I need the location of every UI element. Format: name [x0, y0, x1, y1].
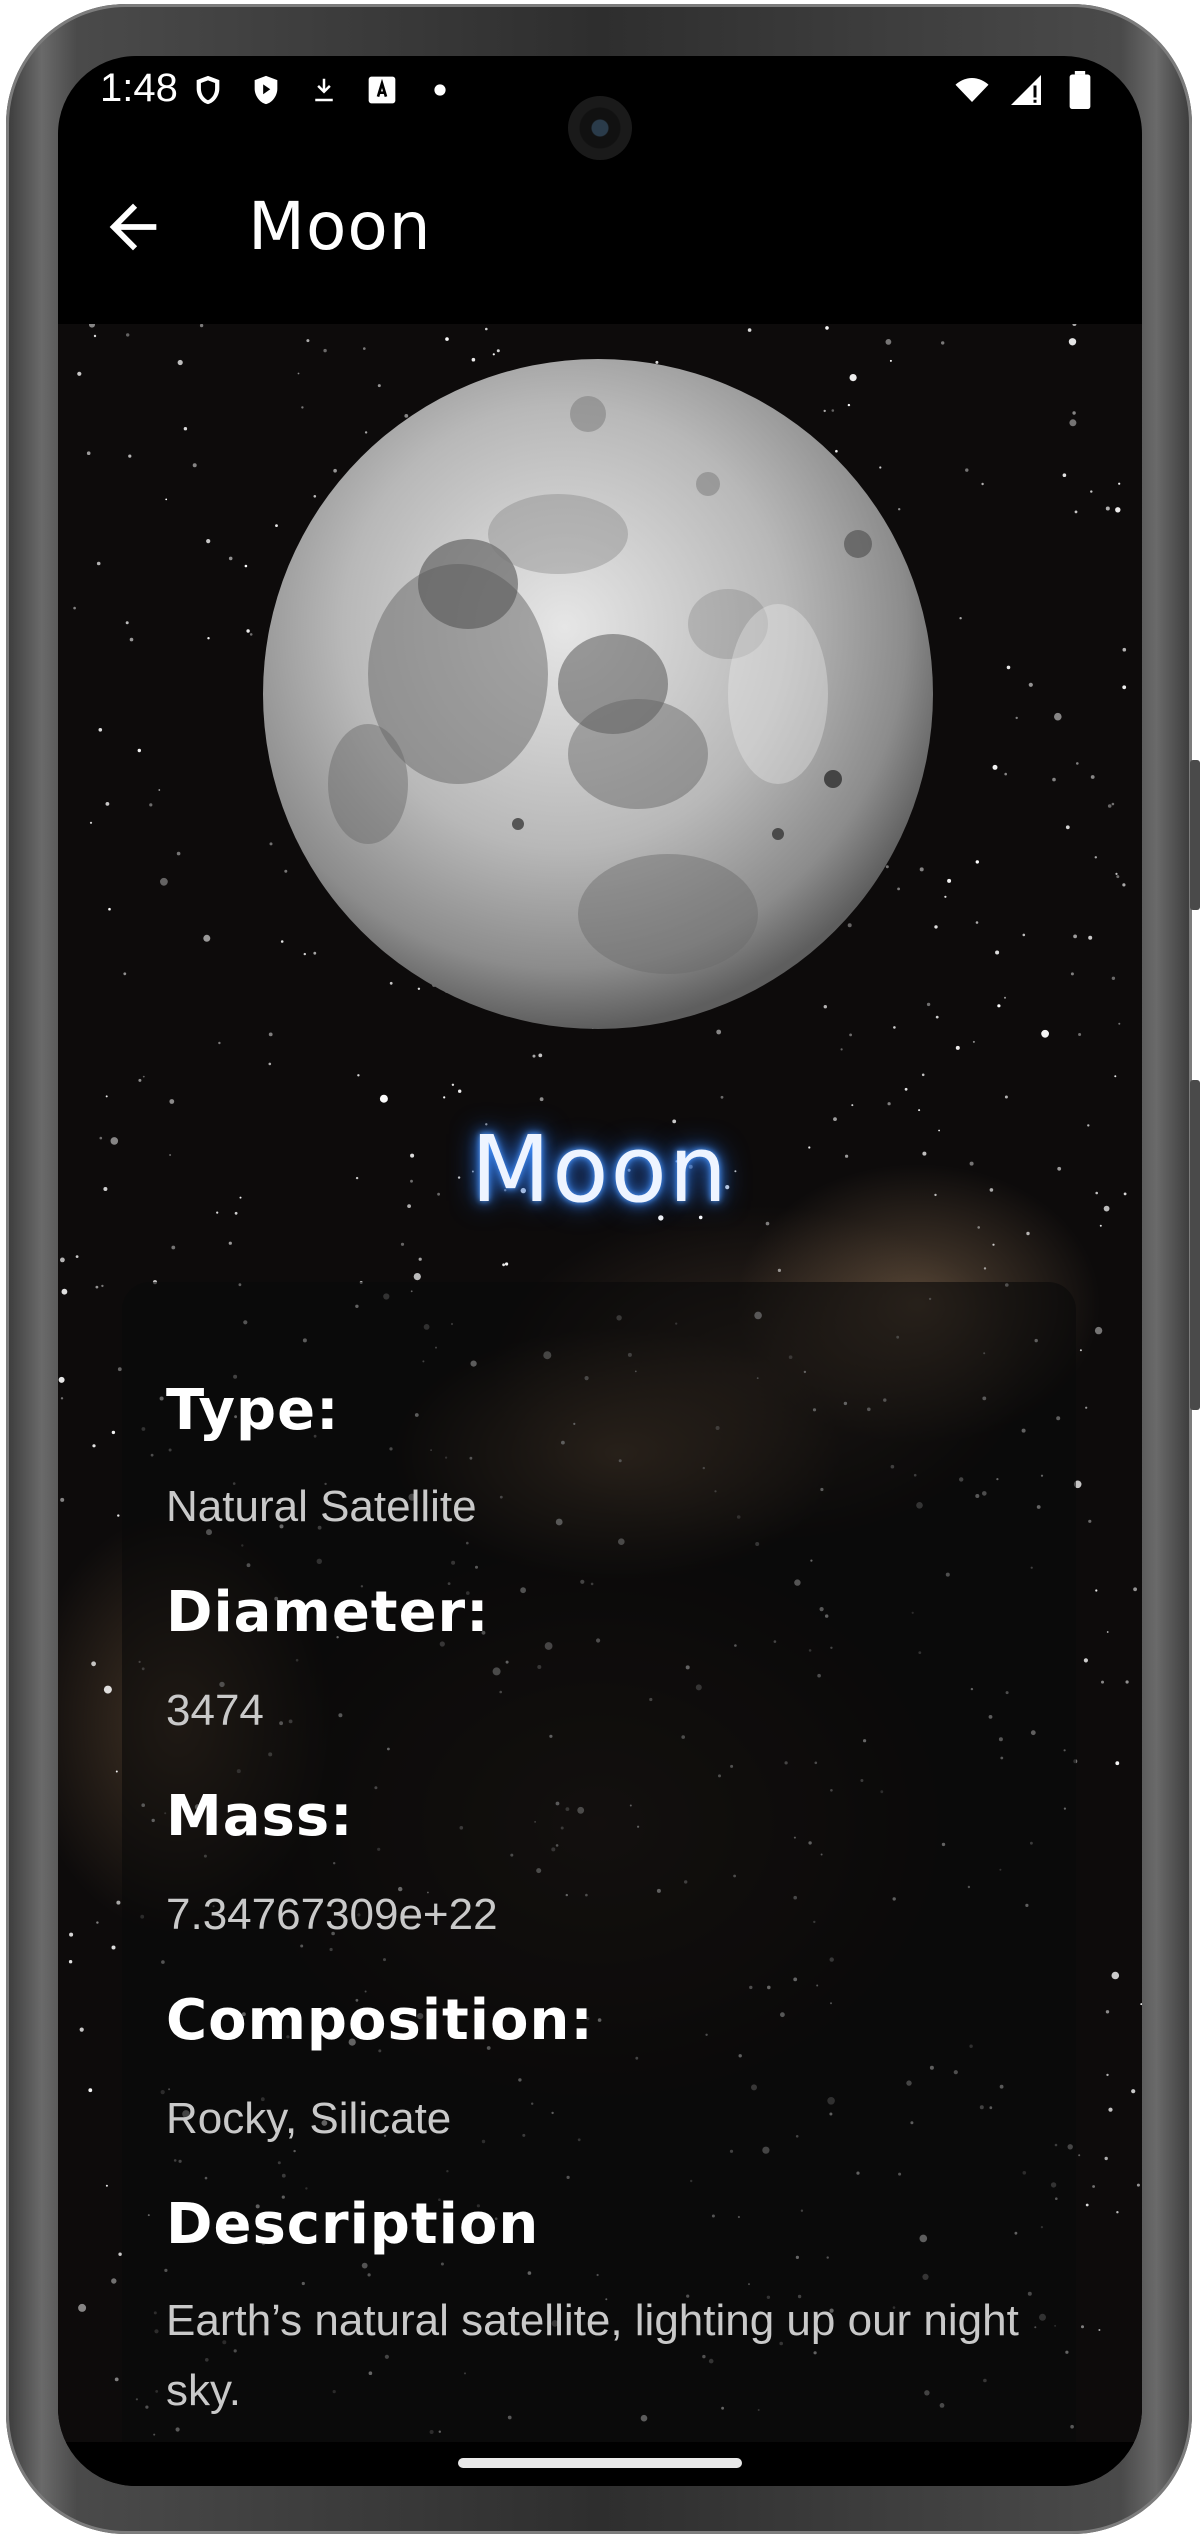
arrow-left-icon[interactable] [98, 192, 168, 262]
home-gesture-pill[interactable] [458, 2458, 742, 2468]
diameter-value: 3474 [166, 1686, 264, 1735]
description-value: Earth’s natural satellite, lighting up o… [166, 2296, 1019, 2415]
play-protect-icon [246, 70, 286, 110]
device-frame: Moon Type: Natural Satellite Diameter: 3… [0, 0, 1200, 2541]
mass-value: 7.34767309e+22 [166, 1890, 498, 1939]
info-card: Type: Natural Satellite Diameter: 3474 M… [122, 1282, 1076, 2444]
shield-icon [188, 70, 228, 110]
dot-icon [420, 70, 460, 110]
description-label: Description [166, 2192, 540, 2257]
download-icon [304, 70, 344, 110]
diameter-label: Diameter: [166, 1580, 490, 1645]
composition-value: Rocky, Silicate [166, 2094, 452, 2143]
battery-icon [1060, 70, 1100, 110]
composition-label: Composition: [166, 1988, 594, 2053]
wifi-icon [952, 70, 992, 110]
moon-image [258, 354, 938, 1034]
planet-title: Moon [470, 1116, 730, 1223]
mass-label: Mass: [166, 1784, 354, 1849]
type-label: Type: [166, 1378, 340, 1443]
front-camera [568, 96, 632, 160]
type-value: Natural Satellite [166, 1482, 477, 1531]
signal-icon [1006, 70, 1046, 110]
moon-graphic [263, 359, 933, 1029]
screen: Moon Type: Natural Satellite Diameter: 3… [58, 56, 1142, 2486]
volume-button [1190, 1080, 1200, 1410]
content-area[interactable]: Moon Type: Natural Satellite Diameter: 3… [58, 324, 1142, 2444]
font-a-icon [362, 70, 402, 110]
navigation-bar [58, 2442, 1142, 2486]
status-time: 1:48 [100, 66, 178, 110]
app-bar-title: Moon [248, 188, 432, 265]
power-button [1190, 760, 1200, 910]
